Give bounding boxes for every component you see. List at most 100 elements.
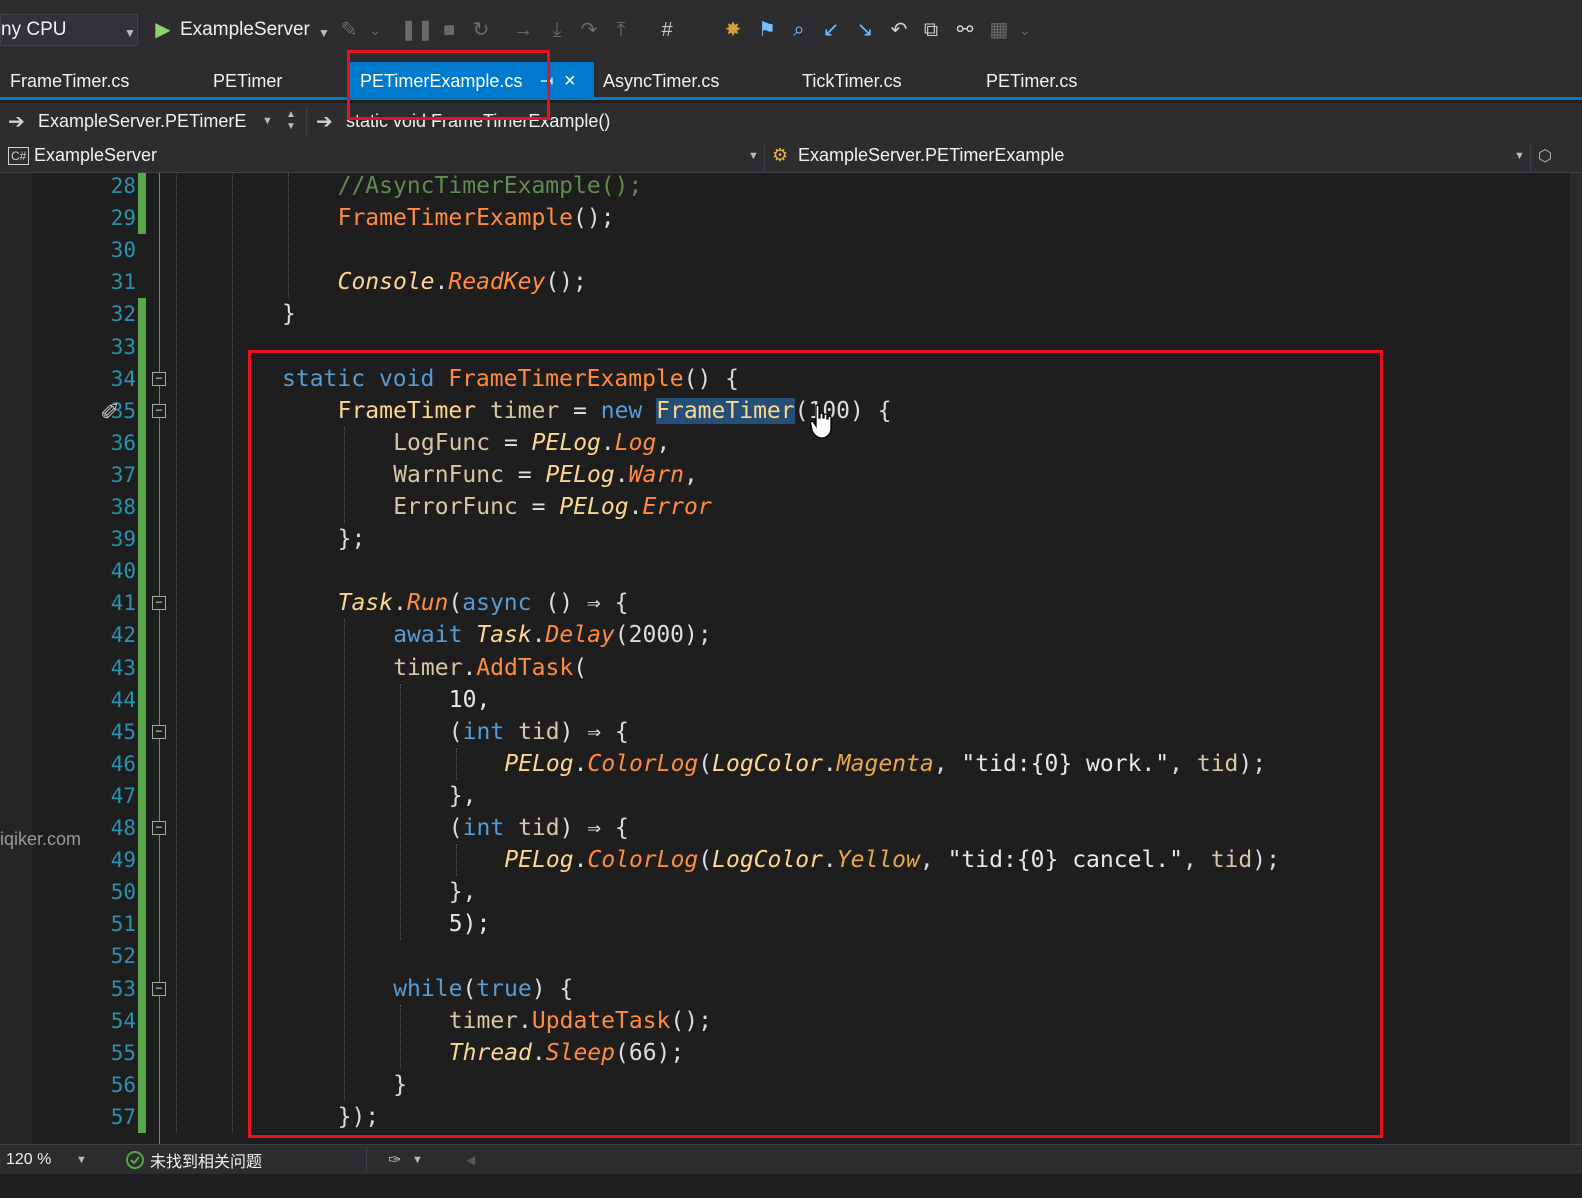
code-line[interactable]: PELog.ColorLog(LogColor.Magenta, "tid:{0… <box>504 748 1266 780</box>
tab-petimer-cs[interactable]: PETimer.cs <box>986 62 1077 100</box>
zoom-dropdown[interactable]: 120 % <box>6 1145 51 1175</box>
pause-icon[interactable]: ❚❚ <box>400 16 434 44</box>
tab-label: PETimer.cs <box>986 70 1078 91</box>
code-line[interactable]: Thread.Sleep(66); <box>449 1037 684 1069</box>
code-line[interactable]: }, <box>449 876 477 908</box>
close-icon[interactable]: × <box>564 62 576 100</box>
member-scope-icon[interactable]: ⬡ <box>1538 139 1552 172</box>
collapse-icon[interactable]: − <box>152 371 166 386</box>
step-out-icon[interactable]: ⤒ <box>608 16 634 44</box>
diagnostics-icon[interactable]: ✸ <box>720 16 746 44</box>
code-line[interactable]: } <box>393 1069 407 1101</box>
document-tabs: FrameTimer.cs PETimer PETimerExample.cs … <box>0 62 1582 100</box>
code-line[interactable]: FrameTimerExample(); <box>338 202 615 234</box>
code-line[interactable]: //AsyncTimerExample(); <box>338 173 643 202</box>
tab-ticktimer[interactable]: TickTimer.cs <box>802 62 902 100</box>
code-line[interactable]: }); <box>338 1101 380 1133</box>
issues-indicator[interactable]: 未找到相关问题 <box>150 1145 262 1175</box>
type-scope-dropdown[interactable]: ExampleServer.PETimerE <box>38 103 246 139</box>
tab-petimerexample[interactable]: PETimerExample.cs ⇥ × <box>350 62 594 100</box>
code-token: timer <box>489 397 560 424</box>
line-number: 39 <box>110 527 136 552</box>
undo-icon[interactable]: ↶ <box>886 16 912 44</box>
code-line[interactable]: } <box>282 298 296 330</box>
code-token: = <box>503 461 546 488</box>
show-next-statement-icon[interactable]: → <box>510 16 536 44</box>
code-line[interactable]: while(true) { <box>393 973 573 1005</box>
code-line[interactable]: static void FrameTimerExample() { <box>282 363 739 395</box>
vertical-scrollbar[interactable] <box>1570 173 1582 1144</box>
tab-petimer-project[interactable]: PETimer <box>213 62 282 100</box>
code-line[interactable]: }, <box>449 780 477 812</box>
code-line[interactable]: timer.UpdateTask(); <box>449 1005 712 1037</box>
scroll-left-icon[interactable]: ◀ <box>466 1145 475 1175</box>
overflow-icon[interactable]: ⌄ <box>1012 16 1038 44</box>
layout-icon[interactable]: ▦ <box>986 16 1012 44</box>
code-line[interactable]: ErrorFunc = PELog.Error <box>393 491 712 523</box>
tab-frametimer[interactable]: FrameTimer.cs <box>10 62 129 100</box>
navigate-back-icon[interactable]: ↙ <box>818 16 844 44</box>
chevron-down-icon[interactable]: ▼ <box>748 139 759 172</box>
restart-icon[interactable]: ↻ <box>468 16 494 44</box>
code-line[interactable]: Task.Run(async () ⇒ { <box>338 587 629 619</box>
project-label: ExampleServer <box>34 145 158 165</box>
copy-icon[interactable]: ⧉ <box>918 16 944 44</box>
overflow-icon[interactable]: ⌄ <box>362 16 388 44</box>
toggle-comment-icon[interactable]: # <box>654 16 680 44</box>
link-icon[interactable]: ⚯ <box>952 16 978 44</box>
code-line[interactable]: PELog.ColorLog(LogColor.Yellow, "tid:{0}… <box>504 844 1280 876</box>
code-token: PELog <box>559 494 629 520</box>
tab-asynctimer[interactable]: AsyncTimer.cs <box>603 62 719 100</box>
project-dropdown[interactable]: ExampleServer <box>34 139 157 172</box>
start-debug-icon[interactable]: ▶ <box>150 16 176 44</box>
code-line[interactable]: }; <box>338 523 366 555</box>
collapse-icon[interactable]: − <box>152 724 166 739</box>
step-into-icon[interactable]: ⤓ <box>544 16 570 44</box>
hot-reload-icon[interactable]: ✎ <box>336 16 362 44</box>
code-editor[interactable]: 28 29 30 31 32 33 34 35 36 37 38 39 40 41 42 43 44 45 46 47… <box>0 173 1582 1144</box>
navigate-forward-icon[interactable]: ↘ <box>852 16 878 44</box>
step-over-icon[interactable]: ↷ <box>576 16 602 44</box>
code-line[interactable]: WarnFunc = PELog.Warn, <box>393 459 698 491</box>
collapse-icon[interactable]: − <box>152 403 166 418</box>
code-line[interactable]: (int tid) ⇒ { <box>449 812 629 844</box>
scope-stepper-icon[interactable]: ▲ ▼ <box>286 103 296 139</box>
cleanup-icon[interactable]: ✑ <box>388 1145 401 1175</box>
chevron-down-icon[interactable]: ▼ <box>124 26 136 40</box>
code-line[interactable]: 10, <box>449 684 491 716</box>
line-number: 48 <box>110 816 136 840</box>
code-token: static <box>282 365 366 392</box>
start-target-button[interactable]: ExampleServer <box>180 14 310 46</box>
collapse-icon[interactable]: − <box>152 821 166 835</box>
code-token: ) ⇒ { <box>559 815 629 841</box>
collapse-icon[interactable]: − <box>152 596 166 611</box>
tab-label: AsyncTimer.cs <box>603 70 720 91</box>
stop-icon[interactable]: ■ <box>436 16 462 44</box>
quick-actions-icon[interactable]: ✐ <box>100 398 120 427</box>
chevron-down-icon[interactable]: ▼ <box>262 103 273 139</box>
code-line[interactable]: (int tid) ⇒ { <box>449 716 629 748</box>
indent-guide <box>344 426 345 524</box>
chevron-down-icon[interactable]: ▼ <box>318 26 330 40</box>
chevron-down-icon[interactable]: ▼ <box>76 1145 87 1175</box>
pin-icon[interactable]: ⇥ <box>540 62 553 100</box>
code-token: (); <box>670 1007 712 1034</box>
chevron-down-icon[interactable]: ▼ <box>412 1145 423 1175</box>
code-line[interactable]: timer.AddTask( <box>393 652 587 684</box>
search-icon[interactable]: ⌕ <box>786 16 812 44</box>
collapse-icon[interactable]: − <box>152 981 166 996</box>
code-line[interactable]: Console.ReadKey(); <box>338 266 587 298</box>
platform-label: ny CPU <box>1 19 67 40</box>
find-icon[interactable]: ⚑ <box>754 16 780 44</box>
member-dropdown[interactable]: static void FrameTimerExample() <box>346 103 610 139</box>
indicator-margin[interactable] <box>0 173 32 1144</box>
code-line[interactable]: 5); <box>449 908 491 940</box>
code-line[interactable]: LogFunc = PELog.Log, <box>393 427 670 459</box>
chevron-down-icon[interactable]: ▼ <box>1514 139 1525 172</box>
line-number: 41 <box>110 591 136 616</box>
code-line[interactable]: FrameTimer timer = new FrameTimer(100) { <box>338 395 892 427</box>
code-token: , <box>933 750 962 777</box>
class-scope-dropdown[interactable]: ExampleServer.PETimerExample <box>798 139 1064 172</box>
platform-dropdown[interactable]: ny CPU <box>0 14 138 46</box>
code-line[interactable]: await Task.Delay(2000); <box>393 619 712 651</box>
